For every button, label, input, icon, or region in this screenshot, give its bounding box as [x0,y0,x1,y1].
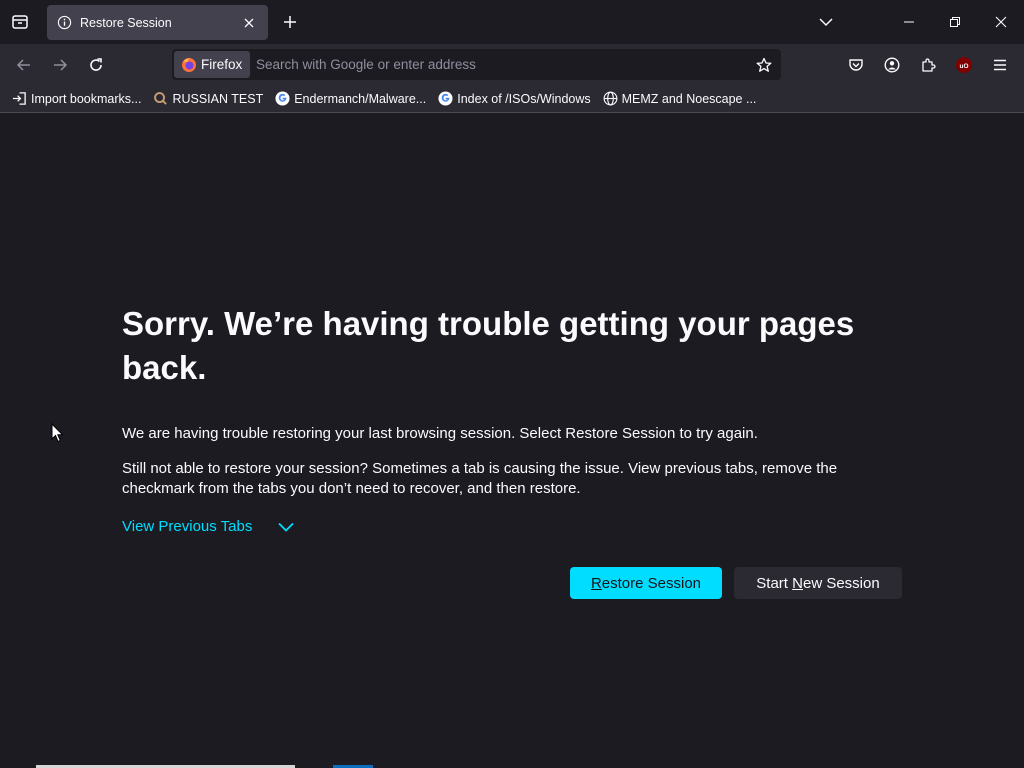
account-icon [884,57,900,73]
bookmark-label: RUSSIAN TEST [172,91,264,106]
svg-text:uO: uO [959,63,968,70]
restore-window-icon [950,17,960,27]
minimize-icon [904,21,914,23]
bookmark-label: Index of /ISOs/Windows [457,91,591,106]
tab-strip: Restore Session [0,0,1024,44]
bookmark-endermanch[interactable]: Endermanch/Malware... [273,88,428,110]
close-icon [244,18,254,27]
arrow-right-icon [54,59,68,71]
puzzle-icon [922,58,936,72]
back-button[interactable] [9,50,39,80]
firefox-view-icon [12,15,28,29]
search-icon [154,92,168,105]
new-label-pre: Start [756,574,793,592]
restore-session-page: Sorry. We’re having trouble getting your… [0,114,1024,768]
bookmark-index-isos[interactable]: Index of /ISOs/Windows [436,88,592,110]
mouse-cursor-icon [51,423,64,443]
bookmark-russian-test[interactable]: RUSSIAN TEST [151,88,265,110]
tab-restore-session[interactable]: Restore Session [47,5,268,40]
identity-label: Firefox [201,57,243,72]
chevron-down-icon [278,522,294,532]
identity-box[interactable]: Firefox [174,51,250,78]
arrow-left-icon [16,59,30,71]
bookmark-memz[interactable]: MEMZ and Noescape ... [601,88,759,110]
error-description: We are having trouble restoring your las… [122,425,758,442]
account-button[interactable] [878,51,906,79]
urlbar: Firefox [172,49,781,80]
globe-icon [603,91,618,106]
bookmark-import[interactable]: Import bookmarks... [10,88,143,110]
restore-session-button[interactable]: Restore Session [570,567,722,599]
view-previous-tabs-toggle[interactable]: View Previous Tabs [122,518,294,535]
import-icon [12,92,26,105]
navigation-toolbar: Firefox uO [0,44,1024,85]
page-title: Sorry. We’re having trouble getting your… [122,305,855,386]
firefox-view-button[interactable] [4,6,36,38]
firefox-logo-icon [182,57,196,72]
plus-icon [284,16,296,28]
extensions-button[interactable] [914,51,942,79]
forward-button[interactable] [45,50,75,80]
star-icon [756,57,772,72]
tab-close-button[interactable] [240,14,258,32]
ublock-origin-icon: uO [956,57,972,73]
new-label-post: ew Session [802,574,880,592]
chevron-down-icon [819,18,833,27]
bookmarks-toolbar: Import bookmarks... RUSSIAN TEST Enderma… [0,85,1024,113]
list-all-tabs-button[interactable] [803,0,849,44]
pocket-button[interactable] [842,51,870,79]
start-new-session-button[interactable]: Start New Session [734,567,902,599]
reload-icon [90,58,102,71]
reload-button[interactable] [81,50,111,80]
bookmark-star-button[interactable] [753,54,775,76]
hamburger-menu-icon [994,59,1006,71]
restore-accesskey: R [590,574,602,592]
tab-title: Restore Session [80,15,172,30]
bookmark-label: Import bookmarks... [31,91,142,106]
ublock-origin-button[interactable]: uO [950,51,978,79]
address-input[interactable] [256,49,746,80]
new-tab-button[interactable] [276,8,304,36]
google-icon [438,91,453,106]
new-accesskey: N [792,574,803,592]
google-icon [275,91,290,106]
close-window-button[interactable] [978,0,1024,44]
close-icon [995,16,1007,28]
error-help-text: Still not able to restore your session? … [122,460,838,497]
bookmark-label: MEMZ and Noescape ... [621,91,757,106]
pocket-icon [849,59,863,71]
restore-window-button[interactable] [932,0,978,44]
app-menu-button[interactable] [986,51,1014,79]
minimize-button[interactable] [886,0,932,44]
bookmark-label: Endermanch/Malware... [294,91,427,106]
info-icon [57,15,72,30]
restore-label-post: estore Session [601,574,702,592]
view-previous-tabs-label: View Previous Tabs [122,518,253,535]
